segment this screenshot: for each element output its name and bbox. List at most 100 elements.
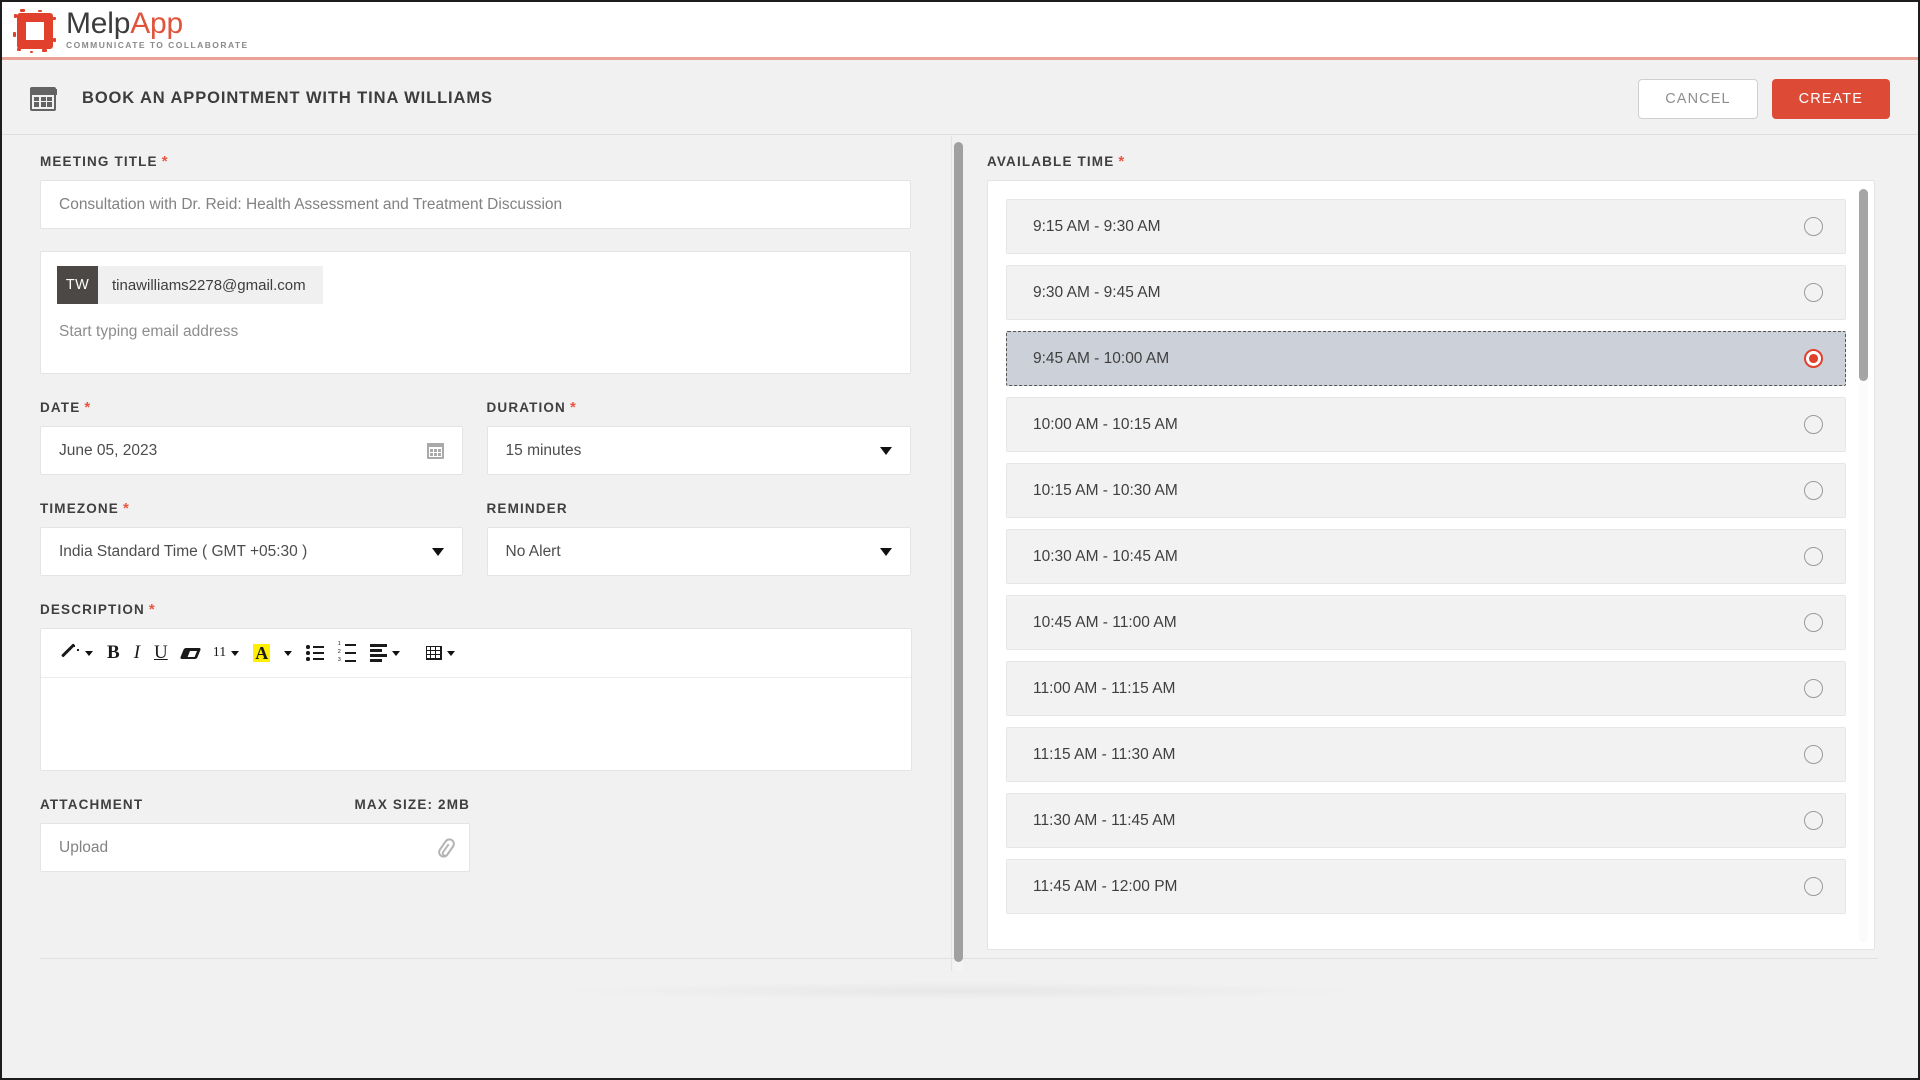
duration-label-text: DURATION	[486, 400, 566, 415]
time-slot-item[interactable]: 11:30 AM - 11:45 AM	[1006, 793, 1846, 848]
time-slot-scrollbar-thumb[interactable]	[1859, 189, 1868, 381]
form-panel-scrollbar-thumb[interactable]	[954, 142, 963, 962]
date-value: June 05, 2023	[59, 441, 158, 459]
font-size-value: 11	[212, 645, 227, 660]
form-panel-scrollbar[interactable]	[954, 142, 963, 971]
available-time-label: AVAILABLE TIME *	[987, 154, 1887, 169]
time-slot-item-selected[interactable]: 9:45 AM - 10:00 AM	[1006, 331, 1846, 386]
duration-value: 15 minutes	[505, 441, 582, 459]
time-slot-label: 11:00 AM - 11:15 AM	[1033, 679, 1176, 697]
attachment-upload-input[interactable]: Upload	[40, 823, 470, 872]
reminder-label-text: REMINDER	[486, 501, 568, 516]
date-duration-row: DATE * June 05, 2023 DURATION * 15 minut…	[40, 400, 911, 475]
description-label-text: DESCRIPTION	[40, 602, 145, 617]
bullet-list-icon[interactable]	[299, 636, 331, 670]
font-size-icon[interactable]: 11	[206, 636, 246, 670]
time-slot-radio[interactable]	[1804, 877, 1823, 896]
time-slot-radio[interactable]	[1804, 415, 1823, 434]
time-slot-item[interactable]: 10:30 AM - 10:45 AM	[1006, 529, 1846, 584]
numbered-list-icon[interactable]: 1 2 3	[331, 636, 363, 670]
time-slot-radio[interactable]	[1804, 547, 1823, 566]
align-icon[interactable]	[363, 636, 407, 670]
chevron-down-icon[interactable]	[431, 547, 444, 556]
date-input[interactable]: June 05, 2023	[40, 426, 463, 475]
timezone-label-text: TIMEZONE	[40, 501, 119, 516]
create-button[interactable]: CREATE	[1771, 78, 1890, 119]
attachment-upload-field[interactable]: Upload	[40, 823, 470, 872]
duration-field-group: DURATION * 15 minutes	[486, 400, 911, 475]
attachment-label: ATTACHMENT	[40, 797, 144, 812]
time-slot-label: 11:45 AM - 12:00 PM	[1033, 877, 1178, 895]
time-slot-label: 10:15 AM - 10:30 AM	[1033, 481, 1178, 499]
time-slot-scrollbar[interactable]	[1859, 189, 1868, 943]
timezone-select[interactable]: India Standard Time ( GMT +05:30 )	[40, 527, 463, 576]
underline-icon[interactable]: U	[147, 636, 175, 670]
brand-bar: MelpApp COMMUNICATE TO COLLABORATE	[2, 2, 1918, 60]
time-slot-radio[interactable]	[1804, 679, 1823, 698]
time-slot-item[interactable]: 10:45 AM - 11:00 AM	[1006, 595, 1846, 650]
chevron-down-icon[interactable]	[880, 547, 892, 556]
attachment-max-size: MAX SIZE: 2MB	[354, 797, 470, 812]
italic-icon[interactable]: I	[127, 636, 147, 670]
body-area: MEETING TITLE * Consultation with Dr. Re…	[2, 136, 1918, 1078]
required-asterisk: *	[1118, 153, 1126, 170]
brand-name-melp: Melp	[66, 6, 131, 40]
time-slot-radio[interactable]	[1804, 283, 1823, 302]
meeting-title-input[interactable]: Consultation with Dr. Reid: Health Asses…	[40, 180, 911, 229]
bottom-shadow	[562, 982, 1362, 1000]
time-slot-radio[interactable]	[1804, 811, 1823, 830]
time-slot-radio[interactable]	[1804, 745, 1823, 764]
page-title: BOOK AN APPOINTMENT WITH TINA WILLIAMS	[82, 89, 493, 107]
time-slot-label: 10:45 AM - 11:00 AM	[1033, 613, 1177, 631]
editor-toolbar: B I U 11 A 1 2 3	[41, 629, 911, 678]
highlight-letter: A	[253, 642, 271, 663]
timezone-reminder-row: TIMEZONE * India Standard Time ( GMT +05…	[40, 501, 911, 576]
attendee-chip[interactable]: TW tinawilliams2278@gmail.com	[57, 266, 323, 304]
table-icon[interactable]	[419, 636, 462, 670]
time-slot-item[interactable]: 10:00 AM - 10:15 AM	[1006, 397, 1846, 452]
format-painter-icon[interactable]	[55, 636, 100, 670]
time-slot-label: 10:30 AM - 10:45 AM	[1033, 547, 1178, 565]
required-asterisk: *	[84, 399, 92, 416]
available-time-panel: AVAILABLE TIME * 9:15 AM - 9:30 AM 9:30 …	[987, 136, 1887, 971]
available-time-label-text: AVAILABLE TIME	[987, 154, 1115, 169]
attendee-email-input[interactable]: Start typing email address	[57, 323, 894, 341]
attendees-field[interactable]: TW tinawilliams2278@gmail.com Start typi…	[40, 251, 911, 374]
duration-select[interactable]: 15 minutes	[486, 426, 911, 475]
time-slot-radio[interactable]	[1804, 613, 1823, 632]
reminder-field-group: REMINDER No Alert	[486, 501, 911, 576]
attendee-avatar: TW	[57, 266, 98, 304]
reminder-label: REMINDER	[487, 501, 911, 516]
attendee-email: tinawilliams2278@gmail.com	[112, 276, 306, 294]
cancel-button[interactable]: CANCEL	[1638, 78, 1758, 119]
time-slot-label: 9:30 AM - 9:45 AM	[1033, 283, 1161, 301]
time-slot-item[interactable]: 9:15 AM - 9:30 AM	[1006, 199, 1846, 254]
clear-formatting-icon[interactable]	[175, 636, 206, 670]
description-textarea[interactable]	[41, 678, 911, 770]
time-slot-radio-selected[interactable]	[1804, 349, 1823, 368]
date-label: DATE *	[40, 400, 463, 415]
bold-icon[interactable]: B	[100, 636, 127, 670]
description-editor: B I U 11 A 1 2 3	[40, 628, 912, 771]
time-slot-item[interactable]: 9:30 AM - 9:45 AM	[1006, 265, 1846, 320]
melpapp-logo[interactable]: MelpApp COMMUNICATE TO COLLABORATE	[12, 6, 249, 54]
meeting-title-label-text: MEETING TITLE	[40, 154, 158, 169]
reminder-select[interactable]: No Alert	[486, 527, 911, 576]
description-field-group: DESCRIPTION * B I U 11 A 1 2 3	[40, 602, 912, 771]
date-picker-calendar-icon[interactable]	[426, 442, 444, 459]
time-slot-label: 10:00 AM - 10:15 AM	[1033, 415, 1178, 433]
time-slot-radio[interactable]	[1804, 217, 1823, 236]
date-label-text: DATE	[40, 400, 81, 415]
time-slot-item[interactable]: 10:15 AM - 10:30 AM	[1006, 463, 1846, 518]
timezone-value: India Standard Time ( GMT +05:30 )	[59, 542, 308, 560]
time-slot-item[interactable]: 11:00 AM - 11:15 AM	[1006, 661, 1846, 716]
attachment-header: ATTACHMENT MAX SIZE: 2MB	[40, 797, 470, 812]
time-slot-item[interactable]: 11:45 AM - 12:00 PM	[1006, 859, 1846, 914]
timezone-label: TIMEZONE *	[40, 501, 463, 516]
required-asterisk: *	[161, 153, 169, 170]
time-slot-radio[interactable]	[1804, 481, 1823, 500]
text-highlight-icon[interactable]: A	[246, 636, 299, 670]
melp-logo-mark-icon	[12, 8, 58, 54]
chevron-down-icon[interactable]	[880, 446, 892, 455]
time-slot-item[interactable]: 11:15 AM - 11:30 AM	[1006, 727, 1846, 782]
